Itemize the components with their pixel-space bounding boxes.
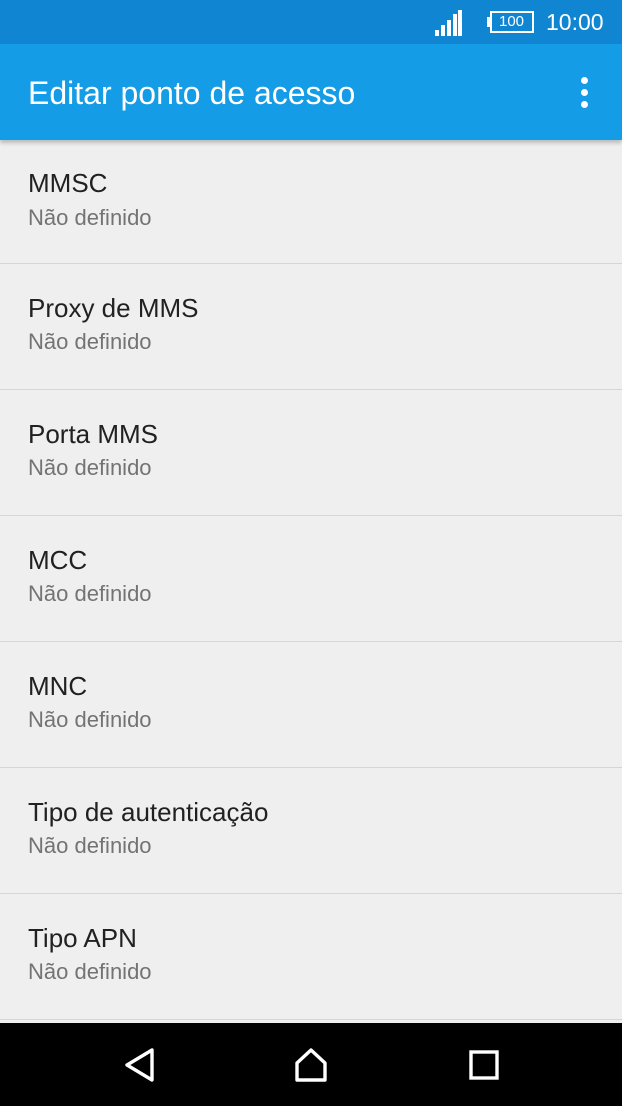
setting-title: Tipo de autenticação xyxy=(28,797,269,827)
setting-title: Porta MMS xyxy=(28,419,159,449)
setting-summary: Não definido xyxy=(28,959,152,984)
app-bar: Editar ponto de acesso xyxy=(0,44,622,140)
setting-summary: Não definido xyxy=(28,455,152,480)
setting-title: Proxy de MMS xyxy=(28,293,199,323)
menu-dot xyxy=(580,88,588,96)
page-title: Editar ponto de acesso xyxy=(28,75,356,111)
recents-icon xyxy=(469,1050,499,1080)
battery-level: 100 xyxy=(498,13,525,30)
menu-dot xyxy=(580,76,588,84)
setting-summary: Não definido xyxy=(28,205,152,230)
setting-item-mms-proxy[interactable]: Proxy de MMS Não definido xyxy=(0,264,622,390)
setting-title: Tipo APN xyxy=(28,923,137,953)
recents-button[interactable] xyxy=(460,1041,508,1089)
settings-list: MMSC Não definido Proxy de MMS Não defin… xyxy=(0,140,622,1023)
setting-item-mnc[interactable]: MNC Não definido xyxy=(0,642,622,768)
setting-title: MNC xyxy=(28,671,88,701)
home-button[interactable] xyxy=(287,1041,335,1089)
setting-summary: Não definido xyxy=(28,833,152,858)
setting-summary: Não definido xyxy=(28,581,152,606)
setting-summary: Não definido xyxy=(28,707,152,732)
home-icon xyxy=(295,1048,327,1082)
status-bar: 100 10:00 xyxy=(0,0,622,44)
setting-item-auth-type[interactable]: Tipo de autenticação Não definido xyxy=(0,768,622,894)
setting-title: MCC xyxy=(28,545,88,575)
setting-summary: Não definido xyxy=(28,329,152,354)
setting-item-mms-port[interactable]: Porta MMS Não definido xyxy=(0,390,622,516)
setting-item-apn-type[interactable]: Tipo APN Não definido xyxy=(0,894,622,1020)
setting-item-mmsc[interactable]: MMSC Não definido xyxy=(0,140,622,264)
overflow-menu-icon[interactable] xyxy=(562,68,606,116)
status-clock: 10:00 xyxy=(546,9,604,35)
back-button[interactable] xyxy=(115,1041,163,1089)
navigation-bar xyxy=(0,1023,622,1106)
setting-item-mcc[interactable]: MCC Não definido xyxy=(0,516,622,642)
screen: 100 10:00 Editar ponto de acesso MMSC Nã… xyxy=(0,0,622,1106)
setting-title: MMSC xyxy=(28,168,108,198)
back-icon xyxy=(125,1048,154,1082)
menu-dot xyxy=(580,100,588,108)
signal-icon xyxy=(435,10,462,36)
battery-icon: 100 xyxy=(486,11,534,33)
